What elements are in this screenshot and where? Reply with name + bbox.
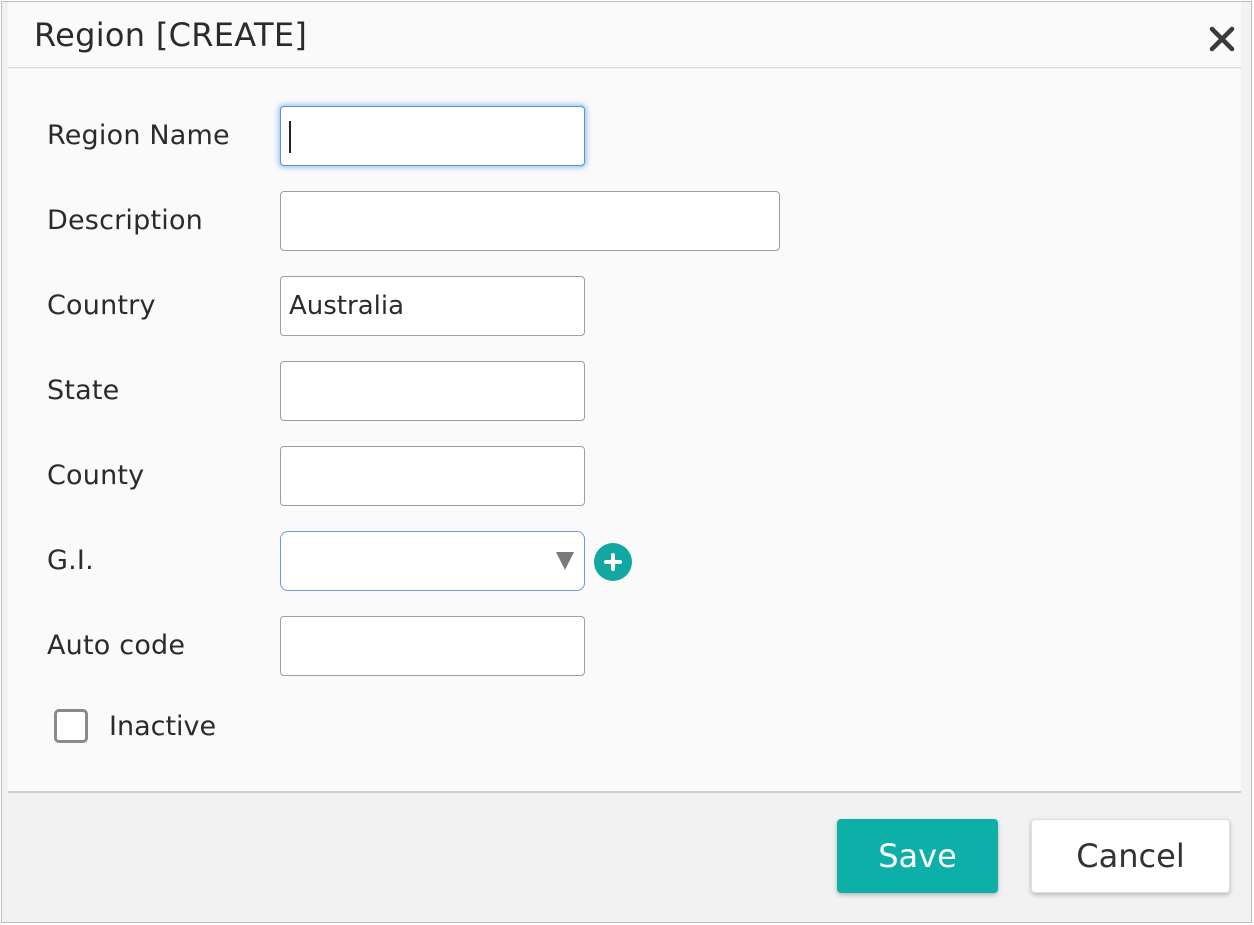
- gi-label: G.I.: [47, 545, 94, 576]
- description-label: Description: [47, 205, 203, 236]
- footer-divider: [8, 791, 1241, 793]
- county-row: County: [8, 446, 1241, 506]
- dialog-header: Region [CREATE]: [8, 2, 1241, 68]
- country-label: Country: [47, 290, 156, 321]
- state-input[interactable]: [280, 361, 585, 421]
- state-label: State: [47, 375, 120, 406]
- inactive-label[interactable]: Inactive: [109, 711, 216, 742]
- country-row: Country: [8, 276, 1241, 336]
- save-button[interactable]: Save: [837, 819, 998, 893]
- inactive-checkbox[interactable]: [54, 709, 88, 743]
- add-gi-button[interactable]: [594, 543, 632, 581]
- region-name-input[interactable]: [280, 106, 585, 166]
- county-label: County: [47, 460, 145, 491]
- region-create-dialog: Region [CREATE] Region Name Description …: [1, 1, 1252, 923]
- gi-row: G.I.: [8, 531, 1241, 591]
- dialog-body: Region Name Description Country State Co…: [8, 69, 1241, 791]
- description-input[interactable]: [280, 191, 780, 251]
- gi-select[interactable]: [280, 531, 585, 591]
- county-input[interactable]: [280, 446, 585, 506]
- country-input[interactable]: [280, 276, 585, 336]
- dialog-title: Region [CREATE]: [34, 16, 308, 54]
- inactive-row: Inactive: [8, 705, 1241, 749]
- dropdown-arrow-icon: [556, 552, 574, 570]
- text-caret: [289, 121, 291, 153]
- close-button[interactable]: [1207, 24, 1237, 54]
- cancel-button[interactable]: Cancel: [1031, 819, 1230, 893]
- region-name-label: Region Name: [47, 120, 230, 151]
- auto-code-row: Auto code: [8, 616, 1241, 676]
- close-icon: [1209, 26, 1235, 52]
- auto-code-input[interactable]: [280, 616, 585, 676]
- state-row: State: [8, 361, 1241, 421]
- region-name-row: Region Name: [8, 106, 1241, 166]
- auto-code-label: Auto code: [47, 630, 186, 661]
- description-row: Description: [8, 191, 1241, 251]
